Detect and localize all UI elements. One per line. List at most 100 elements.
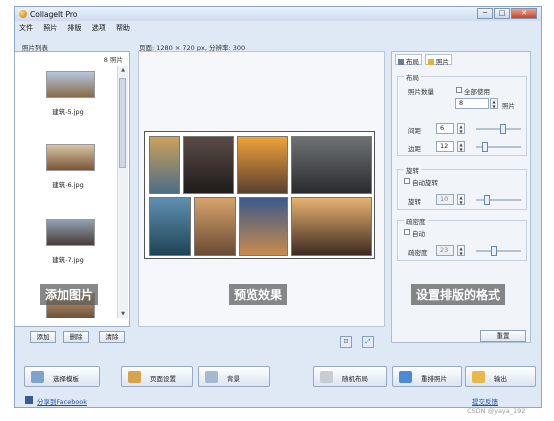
random-layout-button[interactable]: 随机布局 [313, 366, 387, 387]
photo-filename: 建筑-5.jpg [52, 108, 84, 116]
collage-cell[interactable] [149, 197, 191, 256]
add-photo-button[interactable]: 添加 [30, 331, 56, 343]
tab-layout[interactable]: 布局 [395, 54, 422, 66]
format-caption: 设置排版的格式 [411, 284, 506, 305]
sparsity-input[interactable]: 23 [436, 245, 454, 256]
margin-spinner[interactable]: ▲ ▼ [457, 141, 465, 152]
reset-button[interactable]: 重置 [480, 330, 526, 342]
margin-input[interactable]: 12 [436, 141, 454, 152]
rearrange-photos-label: 重排照片 [421, 375, 447, 383]
random-layout-label: 随机布局 [342, 375, 368, 383]
photo-thumbnail[interactable] [46, 219, 95, 246]
refresh-icon [399, 371, 412, 383]
minimize-button[interactable]: ─ [477, 8, 493, 19]
page-setup-button[interactable]: 页面设置 [121, 366, 193, 387]
background-label: 背景 [227, 375, 240, 383]
rotate-slider-track[interactable] [476, 199, 521, 201]
dice-icon [320, 371, 333, 383]
page-setup-label: 页面设置 [150, 375, 176, 383]
photo-count: 8 照片 [103, 56, 123, 64]
photo-thumbnail[interactable] [46, 71, 95, 98]
tab-layout-label: 布局 [406, 58, 419, 66]
spacing-slider-track[interactable] [476, 128, 521, 130]
list-item[interactable]: 建筑-7.jpg [16, 214, 120, 286]
scroll-thumb[interactable] [119, 78, 126, 168]
collage-cell[interactable] [239, 197, 288, 256]
collage-cell[interactable] [194, 197, 236, 256]
sparsity-slider-track[interactable] [476, 250, 521, 252]
photo-count-label: 照片数量 [408, 88, 434, 96]
page-setup-icon [128, 371, 141, 383]
menu-options[interactable]: 选项 [88, 22, 110, 34]
delete-photo-button[interactable]: 删除 [63, 331, 89, 343]
photo-count-spinner[interactable]: ▲ ▼ [490, 98, 498, 109]
collage-cell[interactable] [291, 136, 372, 194]
add-photos-caption: 添加图片 [40, 284, 99, 305]
window-title: CollageIt Pro [30, 10, 78, 19]
use-all-label: 全部使用 [464, 88, 490, 96]
choose-template-button[interactable]: 选择模板 [24, 366, 100, 387]
menu-file[interactable]: 文件 [15, 22, 37, 34]
rotation-group: 旋转 自动旋转 旋转 10 ▲ ▼ [397, 165, 527, 210]
layout-group: 布局 照片数量 全部使用 8 ▲ ▼ 照片 间距 6 ▲ ▼ 边距 12 ▲ ▼ [397, 72, 527, 156]
facebook-icon[interactable] [25, 396, 33, 404]
margin-slider-handle[interactable] [482, 142, 488, 152]
rotate-slider-handle[interactable] [484, 195, 490, 205]
share-facebook-link[interactable]: 分享到Facebook [37, 396, 87, 406]
menu-photo[interactable]: 照片 [39, 22, 61, 34]
output-button[interactable]: 输出 [465, 366, 536, 387]
clear-photos-button[interactable]: 清除 [99, 331, 125, 343]
spacing-input[interactable]: 6 [436, 123, 454, 134]
photo-list[interactable]: 建筑-5.jpg 建筑-6.jpg 建筑-7.jpg [16, 66, 120, 318]
menu-layout[interactable]: 排版 [63, 22, 85, 34]
layout-tab-icon [398, 59, 404, 65]
menu-bar: 文件 照片 排版 选项 帮助 [15, 22, 541, 34]
template-icon [31, 371, 44, 383]
app-logo-icon [19, 10, 27, 18]
photo-filename: 建筑-6.jpg [52, 181, 84, 189]
collage-cell[interactable] [149, 136, 180, 194]
list-item[interactable]: 建筑-5.jpg [16, 66, 120, 138]
scroll-up-icon[interactable]: ▲ [118, 66, 128, 74]
choose-template-label: 选择模板 [53, 375, 79, 383]
collage-cell[interactable] [183, 136, 234, 194]
background-button[interactable]: 背景 [198, 366, 270, 387]
tab-photo[interactable]: 照片 [425, 54, 452, 66]
layout-group-title: 布局 [404, 72, 421, 82]
fit-view-icon[interactable]: ⊡ [340, 336, 352, 348]
sparsity-label: 疏密度 [408, 249, 428, 257]
spacing-slider-handle[interactable] [500, 124, 506, 134]
photo-thumbnail[interactable] [46, 144, 95, 171]
sparsity-slider-handle[interactable] [491, 246, 497, 256]
submit-feedback-link[interactable]: 提交反馈 [472, 396, 498, 406]
sparsity-spinner[interactable]: ▲ ▼ [457, 245, 465, 256]
use-all-checkbox[interactable] [456, 87, 462, 93]
background-icon [205, 371, 218, 383]
menu-help[interactable]: 帮助 [112, 22, 134, 34]
photo-unit-label: 照片 [502, 102, 515, 110]
auto-rotate-checkbox[interactable] [404, 178, 410, 184]
list-item[interactable]: 建筑-6.jpg [16, 139, 120, 211]
scroll-down-icon[interactable]: ▼ [118, 310, 128, 318]
collage-cell[interactable] [291, 197, 372, 256]
output-label: 输出 [494, 375, 507, 383]
collage-preview[interactable] [144, 131, 375, 259]
spacing-spinner[interactable]: ▲ ▼ [457, 123, 465, 134]
rotate-spinner[interactable]: ▲ ▼ [457, 194, 465, 205]
spacing-label: 间距 [408, 127, 421, 135]
rotate-input[interactable]: 10 [436, 194, 454, 205]
expand-view-icon[interactable]: ⤢ [362, 336, 374, 348]
collage-cell[interactable] [237, 136, 288, 194]
sparsity-group-title: 疏密度 [404, 216, 428, 226]
title-bar[interactable]: CollageIt Pro ─ □ ✕ [15, 7, 541, 21]
photo-list-scrollbar[interactable]: ▲ ▼ [117, 66, 128, 318]
auto-sparsity-checkbox[interactable] [404, 229, 410, 235]
close-button[interactable]: ✕ [511, 8, 537, 19]
rotation-group-title: 旋转 [404, 165, 421, 175]
maximize-button[interactable]: □ [494, 8, 510, 19]
margin-label: 边距 [408, 145, 421, 153]
photo-filename: 建筑-7.jpg [52, 256, 84, 264]
auto-rotate-label: 自动旋转 [412, 179, 438, 187]
photo-count-input[interactable]: 8 [455, 98, 489, 109]
rearrange-photos-button[interactable]: 重排照片 [392, 366, 462, 387]
